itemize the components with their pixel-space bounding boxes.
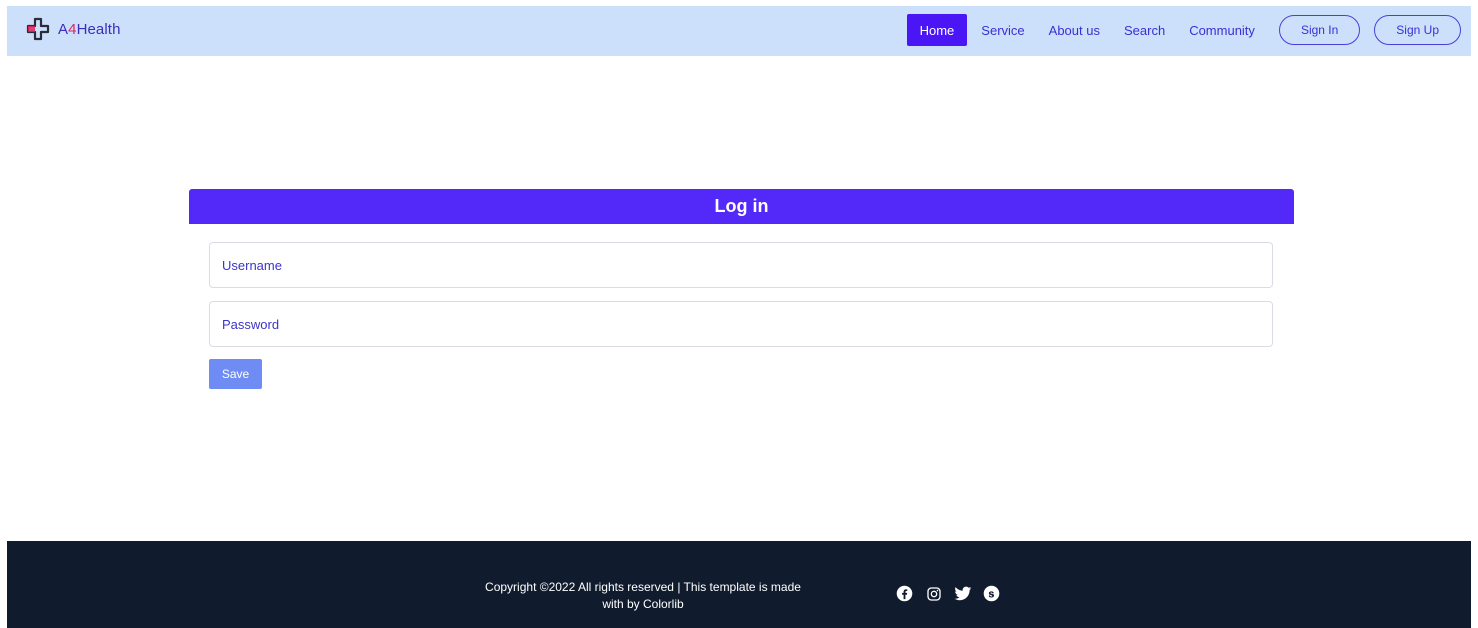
copyright-text: Copyright ©2022 All rights reserved | Th… [437,579,849,613]
top-navbar: A4Health Home Service About us Search Co… [7,6,1471,56]
footer: Copyright ©2022 All rights reserved | Th… [7,541,1471,628]
copyright-line-1: Copyright ©2022 All rights reserved | Th… [485,580,801,594]
social-links [895,584,1001,603]
nav-search[interactable]: Search [1114,14,1175,46]
save-button[interactable]: Save [209,359,262,389]
nav-home[interactable]: Home [906,14,968,46]
instagram-icon[interactable] [924,584,943,603]
facebook-icon[interactable] [895,584,914,603]
brand-prefix: A [58,20,69,38]
brand[interactable]: A4Health [26,17,121,41]
brand-digit: 4 [68,20,77,38]
nav-service[interactable]: Service [971,14,1034,46]
twitter-icon[interactable] [953,584,972,603]
main-nav: Home Service About us Search Community S… [906,14,1461,46]
brand-suffix: Health [76,20,121,38]
username-input[interactable] [209,242,1273,288]
nav-about-us[interactable]: About us [1039,14,1110,46]
sign-in-button[interactable]: Sign In [1278,15,1361,45]
login-title: Log in [189,189,1294,224]
skype-icon[interactable] [982,584,1001,603]
nav-community[interactable]: Community [1179,14,1265,46]
brand-name: A4Health [58,21,121,38]
copyright-line-2: with by Colorlib [602,597,684,611]
sign-up-button[interactable]: Sign Up [1374,15,1461,45]
password-input[interactable] [209,301,1273,347]
medical-cross-icon [26,17,50,41]
